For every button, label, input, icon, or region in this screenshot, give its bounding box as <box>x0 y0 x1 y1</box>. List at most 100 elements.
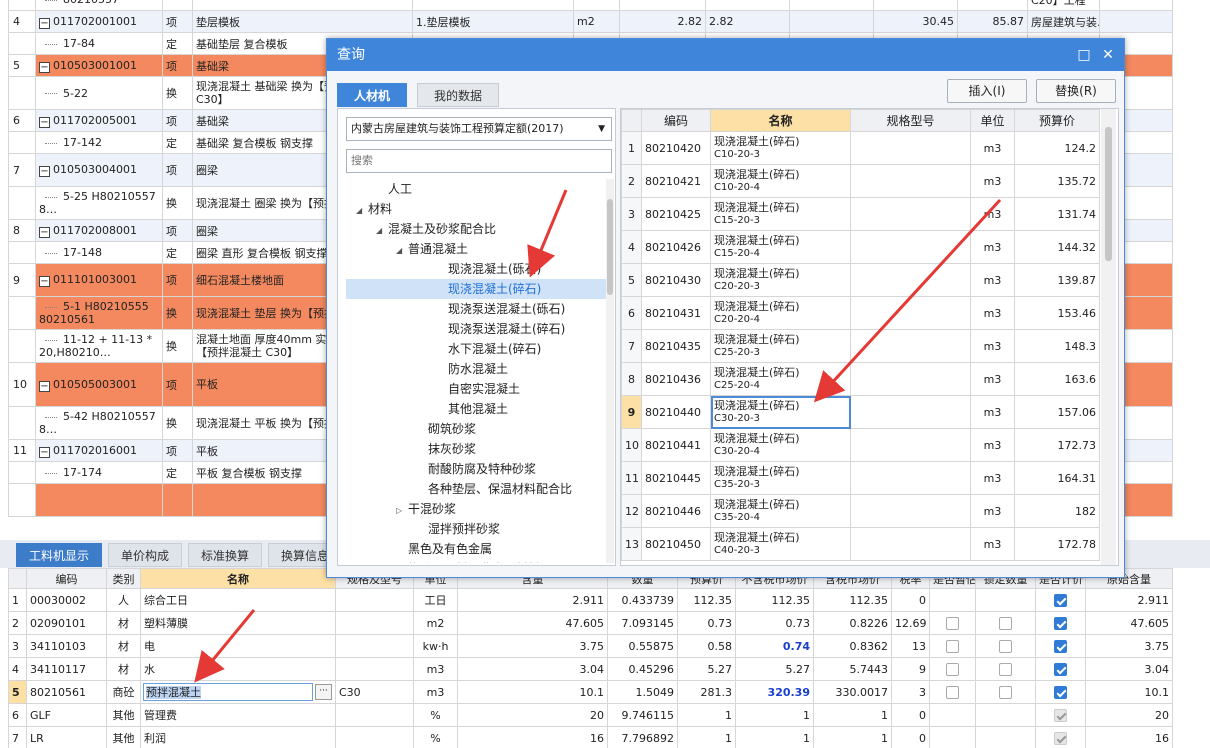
quota-code[interactable]: −011702005001 <box>35 109 163 132</box>
material-unit[interactable]: 工日 <box>413 588 458 612</box>
material-content[interactable]: 47.605 <box>457 611 608 635</box>
result-code[interactable]: 80210426 <box>641 230 711 264</box>
collapse-icon[interactable]: ◢ <box>376 221 388 241</box>
tree-node[interactable]: 橡胶、塑料及非金属材料 <box>346 559 606 563</box>
result-row-number[interactable]: 2 <box>621 164 642 198</box>
original-content[interactable]: 3.04 <box>1085 657 1173 681</box>
market-price-inc-tax[interactable]: 0.8362 <box>813 634 892 658</box>
specialty[interactable]: C20】工程 <box>1027 0 1100 11</box>
material-name[interactable]: 水 <box>140 657 336 681</box>
result-header-unit[interactable]: 单位 <box>970 109 1015 132</box>
tree-node[interactable]: 湿拌预拌砂浆 <box>346 519 606 539</box>
collapse-icon[interactable]: − <box>39 166 50 177</box>
result-price[interactable]: 164.31 <box>1014 461 1100 495</box>
pricing-cell[interactable] <box>1035 611 1086 635</box>
tax-rate[interactable]: 12.69 <box>891 611 930 635</box>
pricing-checkbox[interactable] <box>1054 731 1067 745</box>
tax-rate[interactable]: 0 <box>891 726 930 748</box>
material-quantity[interactable]: 7.093145 <box>607 611 678 635</box>
item-feature[interactable] <box>412 0 574 11</box>
material-unit[interactable]: % <box>413 726 458 748</box>
result-price[interactable]: 172.73 <box>1014 428 1100 462</box>
result-row[interactable]: 2 80210421 现浇混凝土(碎石) C10-20-4 m3 135.72 <box>621 164 1100 198</box>
result-row[interactable]: 11 80210445 现浇混凝土(碎石) C35-20-3 m3 164.31 <box>621 461 1100 495</box>
material-name[interactable]: 电 <box>140 634 336 658</box>
material-name[interactable]: 塑料薄膜 <box>140 611 336 635</box>
lock-quantity-cell[interactable] <box>975 726 1036 748</box>
original-content[interactable]: 47.605 <box>1085 611 1173 635</box>
quota-code[interactable] <box>35 483 163 517</box>
tree-node[interactable]: 现浇泵送混凝土(碎石) <box>346 319 606 339</box>
material-code[interactable]: 80210561 <box>26 680 107 704</box>
market-price-inc-tax[interactable]: 330.0017 <box>813 680 892 704</box>
result-row-number[interactable]: 11 <box>621 461 642 495</box>
row-number[interactable]: 7 <box>8 726 27 748</box>
result-spec[interactable] <box>850 263 971 297</box>
more-options-button[interactable]: ··· <box>315 684 332 700</box>
result-price[interactable]: 182 <box>1014 494 1100 528</box>
material-row[interactable]: 2 02090101 材塑料薄膜 m2 47.605 7.093145 0.73 0.73 0.… <box>8 611 1173 635</box>
lock-quantity-cell[interactable] <box>975 611 1036 635</box>
quota-code[interactable]: −011101003001 <box>35 263 163 297</box>
material-name[interactable]: 管理费 <box>140 703 336 727</box>
result-spec[interactable] <box>850 527 971 561</box>
quota-name[interactable]: 垫层模板 <box>192 10 413 33</box>
result-spec[interactable] <box>850 164 971 198</box>
result-header-code[interactable]: 编码 <box>641 109 711 132</box>
empty-cell[interactable] <box>1099 10 1173 33</box>
tax-rate[interactable]: 3 <box>891 680 930 704</box>
search-input[interactable] <box>346 149 612 173</box>
quota-type[interactable]: 换 <box>162 406 193 440</box>
item-feature[interactable]: 1.垫层模板 <box>412 10 574 33</box>
result-row-number[interactable]: 9 <box>621 395 642 429</box>
result-code[interactable]: 80210446 <box>641 494 711 528</box>
tree-node[interactable]: 黑色及有色金属 <box>346 539 606 559</box>
pricing-cell[interactable] <box>1035 726 1086 748</box>
result-name[interactable]: 现浇混凝土(碎石) C20-20-4 <box>710 296 851 330</box>
result-unit[interactable]: m3 <box>970 296 1015 330</box>
row-number[interactable]: 5 <box>8 680 27 704</box>
result-row-number[interactable]: 5 <box>621 263 642 297</box>
pricing-cell[interactable] <box>1035 657 1086 681</box>
tree-node[interactable]: 抹灰砂浆 <box>346 439 606 459</box>
result-code[interactable]: 80210450 <box>641 527 711 561</box>
tab-my-data[interactable]: 我的数据 <box>417 83 500 107</box>
quota-code[interactable]: 5-25 H80210557 8… <box>35 186 163 220</box>
material-row[interactable]: 6 GLF 其他 管理费% 20 9.746115 1 1 1 0 20 <box>8 703 1173 727</box>
material-row[interactable]: 3 34110103 材电 kw·h 3.75 0.55875 0.58 0.74 0.8362… <box>8 634 1173 658</box>
market-price-ex-tax[interactable]: 1 <box>735 703 814 727</box>
material-spec[interactable] <box>335 703 414 727</box>
lock-quantity-cell[interactable] <box>975 680 1036 704</box>
budget-price[interactable]: 1 <box>677 703 736 727</box>
insert-button[interactable]: 插入(I) <box>947 79 1027 103</box>
quota-type[interactable]: 定 <box>162 131 193 154</box>
result-code[interactable]: 80210440 <box>641 395 711 429</box>
quota-code[interactable]: 11-12 + 11-13 * 20,H80210… <box>35 329 163 363</box>
expand-icon[interactable]: ▷ <box>396 501 408 521</box>
result-code[interactable]: 80210445 <box>641 461 711 495</box>
tax-rate[interactable]: 0 <box>891 588 930 612</box>
original-content[interactable]: 20 <box>1085 703 1173 727</box>
pricing-cell[interactable] <box>1035 588 1086 612</box>
quota-type[interactable]: 项 <box>162 439 193 462</box>
material-unit[interactable]: m3 <box>413 657 458 681</box>
original-content[interactable]: 16 <box>1085 726 1173 748</box>
material-category[interactable]: 商砼 <box>106 680 141 704</box>
material-category[interactable]: 其他 <box>106 726 141 748</box>
market-price-inc-tax[interactable]: 5.7443 <box>813 657 892 681</box>
result-price[interactable]: 131.74 <box>1014 197 1100 231</box>
specialty[interactable]: 房屋建筑与装… <box>1027 10 1100 33</box>
result-spec[interactable] <box>850 296 971 330</box>
material-code[interactable]: 34110103 <box>26 634 107 658</box>
pricing-checkbox[interactable] <box>1054 685 1067 699</box>
result-row[interactable]: 6 80210431 现浇混凝土(碎石) C20-20-4 m3 153.46 <box>621 296 1100 330</box>
row-number[interactable]: 2 <box>8 611 27 635</box>
result-name[interactable]: 现浇混凝土(碎石) C30-20-3 <box>710 395 851 429</box>
result-unit[interactable]: m3 <box>970 362 1015 396</box>
market-price-ex-tax[interactable]: 112.35 <box>735 588 814 612</box>
material-category[interactable]: 材 <box>106 634 141 658</box>
market-price-ex-tax[interactable]: 0.73 <box>735 611 814 635</box>
material-quantity[interactable]: 7.796892 <box>607 726 678 748</box>
quota-type[interactable]: 项 <box>162 10 193 33</box>
result-scrollbar[interactable] <box>1101 109 1116 565</box>
